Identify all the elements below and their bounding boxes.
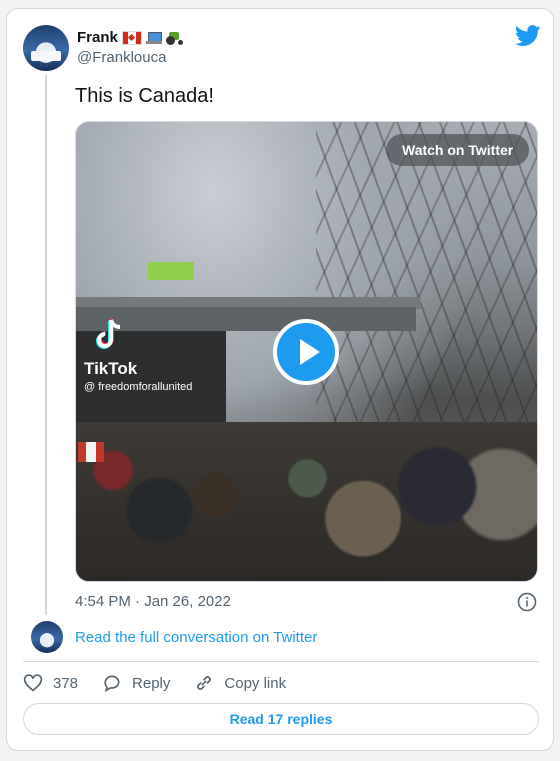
watch-on-twitter-button[interactable]: Watch on Twitter xyxy=(386,134,530,166)
canada-flag-icon xyxy=(121,30,142,45)
tweet-card: Frank @Franklouca This is Canada! Watch … xyxy=(6,8,554,751)
crowd xyxy=(76,422,537,581)
tree-branches xyxy=(316,122,537,422)
info-icon[interactable] xyxy=(517,592,537,612)
laptop-icon xyxy=(145,31,162,44)
divider xyxy=(23,661,539,662)
canada-flag-in-video xyxy=(78,442,104,462)
like-count: 378 xyxy=(53,674,79,692)
play-icon[interactable] xyxy=(273,319,339,385)
reply-button[interactable]: Reply xyxy=(102,673,170,693)
green-sign xyxy=(148,262,194,280)
read-conversation-link[interactable]: Read the full conversation on Twitter xyxy=(75,629,317,646)
like-button[interactable]: 378 xyxy=(23,673,78,693)
twitter-bird-icon[interactable] xyxy=(515,25,541,47)
tiktok-icon xyxy=(96,319,121,349)
read-replies-button[interactable]: Read 17 replies xyxy=(23,703,539,735)
video-thumbnail[interactable]: Watch on Twitter TikTok @ freedomforallu… xyxy=(75,121,538,582)
thread-line xyxy=(45,75,47,615)
tiktok-username: @ freedomforallunited xyxy=(84,381,193,393)
tractor-icon xyxy=(165,31,184,45)
tweet-timestamp[interactable]: 4:54 PM · Jan 26, 2022 xyxy=(75,593,231,610)
author-name-row[interactable]: Frank xyxy=(77,29,184,46)
tiktok-label: TikTok xyxy=(84,359,138,378)
copy-link-button[interactable]: Copy link xyxy=(194,673,286,693)
author-handle[interactable]: @Franklouca xyxy=(77,49,166,66)
author-avatar[interactable] xyxy=(23,25,69,71)
conversation-avatar[interactable] xyxy=(31,621,63,653)
author-name[interactable]: Frank xyxy=(77,29,118,46)
tweet-text: This is Canada! xyxy=(75,85,214,107)
reply-icon xyxy=(104,675,120,693)
reply-label: Reply xyxy=(132,674,171,692)
heart-icon xyxy=(23,674,43,692)
link-icon xyxy=(197,676,212,690)
action-bar: 378 Reply Copy link xyxy=(23,673,310,693)
copy-link-label: Copy link xyxy=(224,674,287,692)
tiktok-watermark: TikTok @ freedomforallunited xyxy=(84,318,192,393)
